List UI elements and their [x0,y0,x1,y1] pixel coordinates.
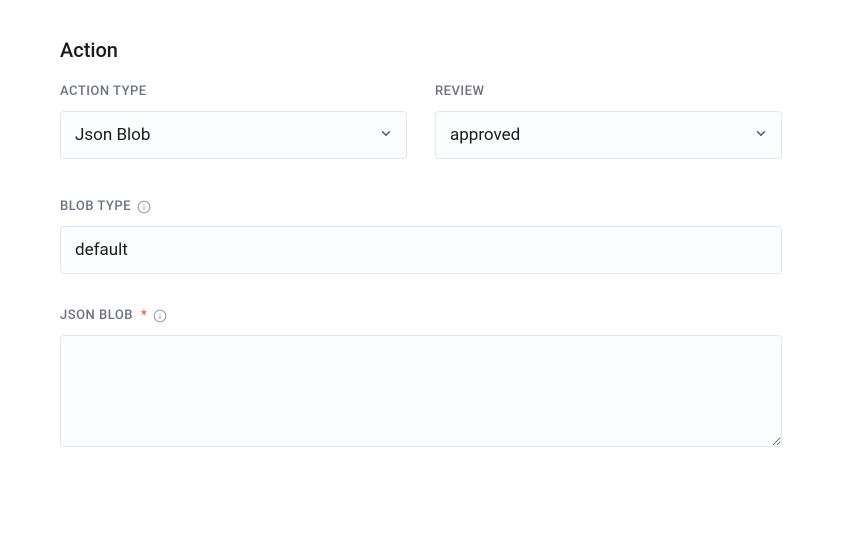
json-blob-textarea[interactable] [60,335,782,447]
required-marker: * [141,308,147,323]
review-label: REVIEW [435,84,782,99]
json-blob-field: JSON BLOB * [60,308,782,447]
json-blob-label-text: JSON BLOB [60,308,133,323]
review-field: REVIEW approved [435,84,782,159]
blob-type-label-text: BLOB TYPE [60,199,131,214]
blob-type-field: BLOB TYPE [60,199,782,274]
review-select-wrap: approved [435,111,782,159]
info-icon[interactable] [137,200,151,214]
review-select[interactable]: approved [435,111,782,159]
section-title: Action [60,38,782,62]
json-blob-label: JSON BLOB * [60,308,782,323]
action-type-label: ACTION TYPE [60,84,407,99]
action-type-field: ACTION TYPE Json Blob [60,84,407,159]
top-row: ACTION TYPE Json Blob REVIEW approved [60,84,782,159]
blob-type-label: BLOB TYPE [60,199,782,214]
action-type-select-wrap: Json Blob [60,111,407,159]
blob-type-input[interactable] [60,226,782,274]
action-type-select[interactable]: Json Blob [60,111,407,159]
info-icon[interactable] [153,309,167,323]
